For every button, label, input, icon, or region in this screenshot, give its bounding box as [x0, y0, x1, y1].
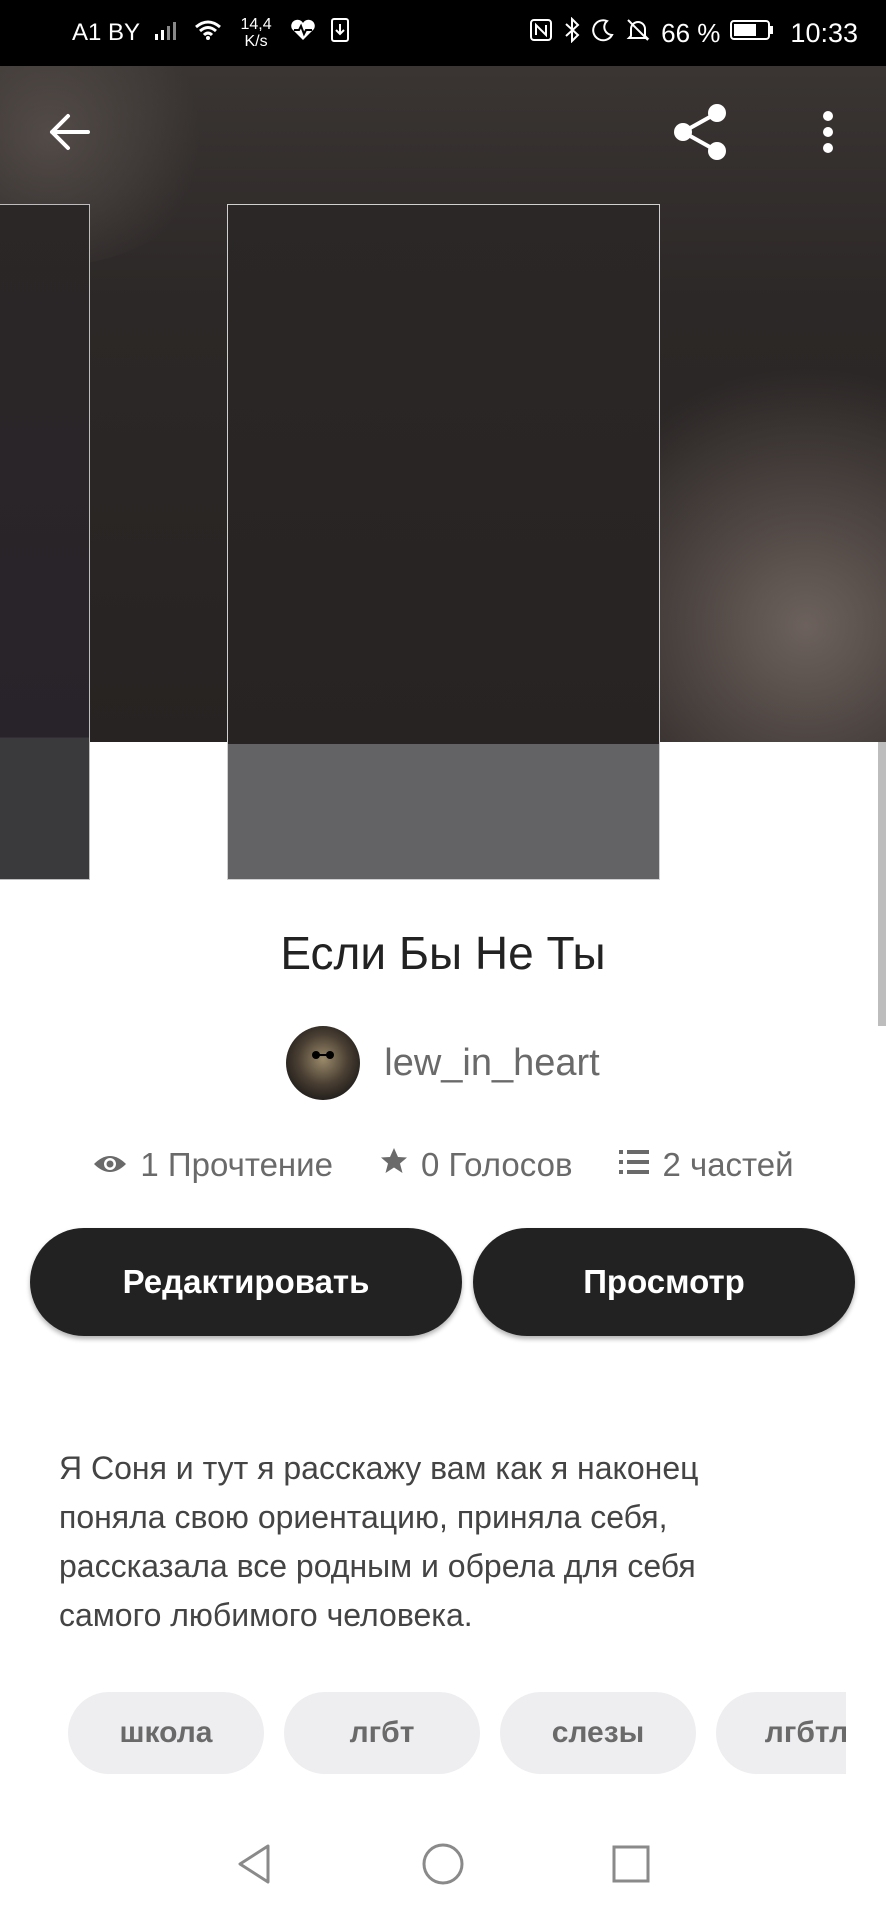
reads-stat: 1 Прочтение: [92, 1146, 333, 1184]
wifi-icon: [194, 19, 222, 48]
author-name[interactable]: lew_in_heart: [384, 1042, 599, 1085]
parts-stat: 2 частей: [618, 1146, 794, 1184]
tag-chip[interactable]: лгбт: [284, 1692, 480, 1774]
net-speed-unit: K/s: [244, 33, 268, 50]
votes-stat: 0 Голосов: [379, 1146, 573, 1184]
nav-recent-button[interactable]: [591, 1826, 671, 1906]
story-title: Если Бы Не Ты: [280, 927, 606, 979]
list-icon: [618, 1146, 650, 1184]
parts-count: 2 частей: [662, 1146, 794, 1183]
back-arrow-icon: [48, 112, 92, 157]
signal-icon: [154, 19, 180, 48]
reads-count: 1 Прочтение: [140, 1146, 333, 1183]
story-stats: 1 Прочтение 0 Голосов 2 частей: [0, 1146, 886, 1184]
tag-chip[interactable]: слезы: [500, 1692, 696, 1774]
nav-home-button[interactable]: [403, 1826, 483, 1906]
carrier-label: A1 BY: [72, 19, 141, 46]
back-button[interactable]: [30, 66, 110, 202]
view-button[interactable]: Просмотр: [473, 1228, 855, 1336]
nav-home-icon: [421, 1842, 465, 1891]
avatar[interactable]: [286, 1026, 361, 1100]
nav-recent-icon: [611, 1844, 651, 1889]
battery-icon: [730, 18, 774, 49]
network-speed: 14,4 K/s: [236, 16, 276, 50]
status-bar: A1 BY 14,4 K/s 66 % 10:33: [0, 0, 886, 66]
bluetooth-icon: [563, 16, 581, 50]
edit-button[interactable]: Редактировать: [30, 1228, 462, 1336]
clock: 10:33: [790, 17, 858, 48]
download-icon: [330, 17, 350, 50]
moon-icon: [591, 18, 615, 49]
tag-chip[interactable]: школа: [68, 1692, 264, 1774]
adjacent-cover[interactable]: [0, 204, 90, 880]
heart-rate-icon: [290, 19, 316, 48]
battery-percent: 66 %: [661, 17, 721, 48]
votes-count: 0 Голосов: [420, 1146, 573, 1183]
share-icon: [669, 101, 731, 168]
story-description: Я Соня и тут я расскажу вам как я наконе…: [59, 1450, 699, 1633]
tag-list: школа лгбт слезы лгбтлк: [68, 1692, 846, 1774]
star-icon: [379, 1146, 409, 1184]
nav-back-icon: [234, 1842, 274, 1891]
tag-chip[interactable]: лгбтлк: [716, 1692, 846, 1774]
system-nav-bar: [0, 1808, 886, 1920]
story-cover[interactable]: [227, 204, 660, 880]
nfc-icon: [529, 18, 553, 49]
eye-icon: [92, 1146, 128, 1184]
share-button[interactable]: [660, 66, 740, 202]
more-options-button[interactable]: [800, 66, 856, 202]
scrollbar[interactable]: [878, 742, 886, 1026]
bell-off-icon: [625, 17, 651, 50]
nav-back-button[interactable]: [214, 1826, 294, 1906]
net-speed-value: 14,4: [240, 16, 272, 33]
more-vert-icon: [822, 110, 834, 159]
author-row[interactable]: lew_in_heart: [0, 1026, 886, 1100]
